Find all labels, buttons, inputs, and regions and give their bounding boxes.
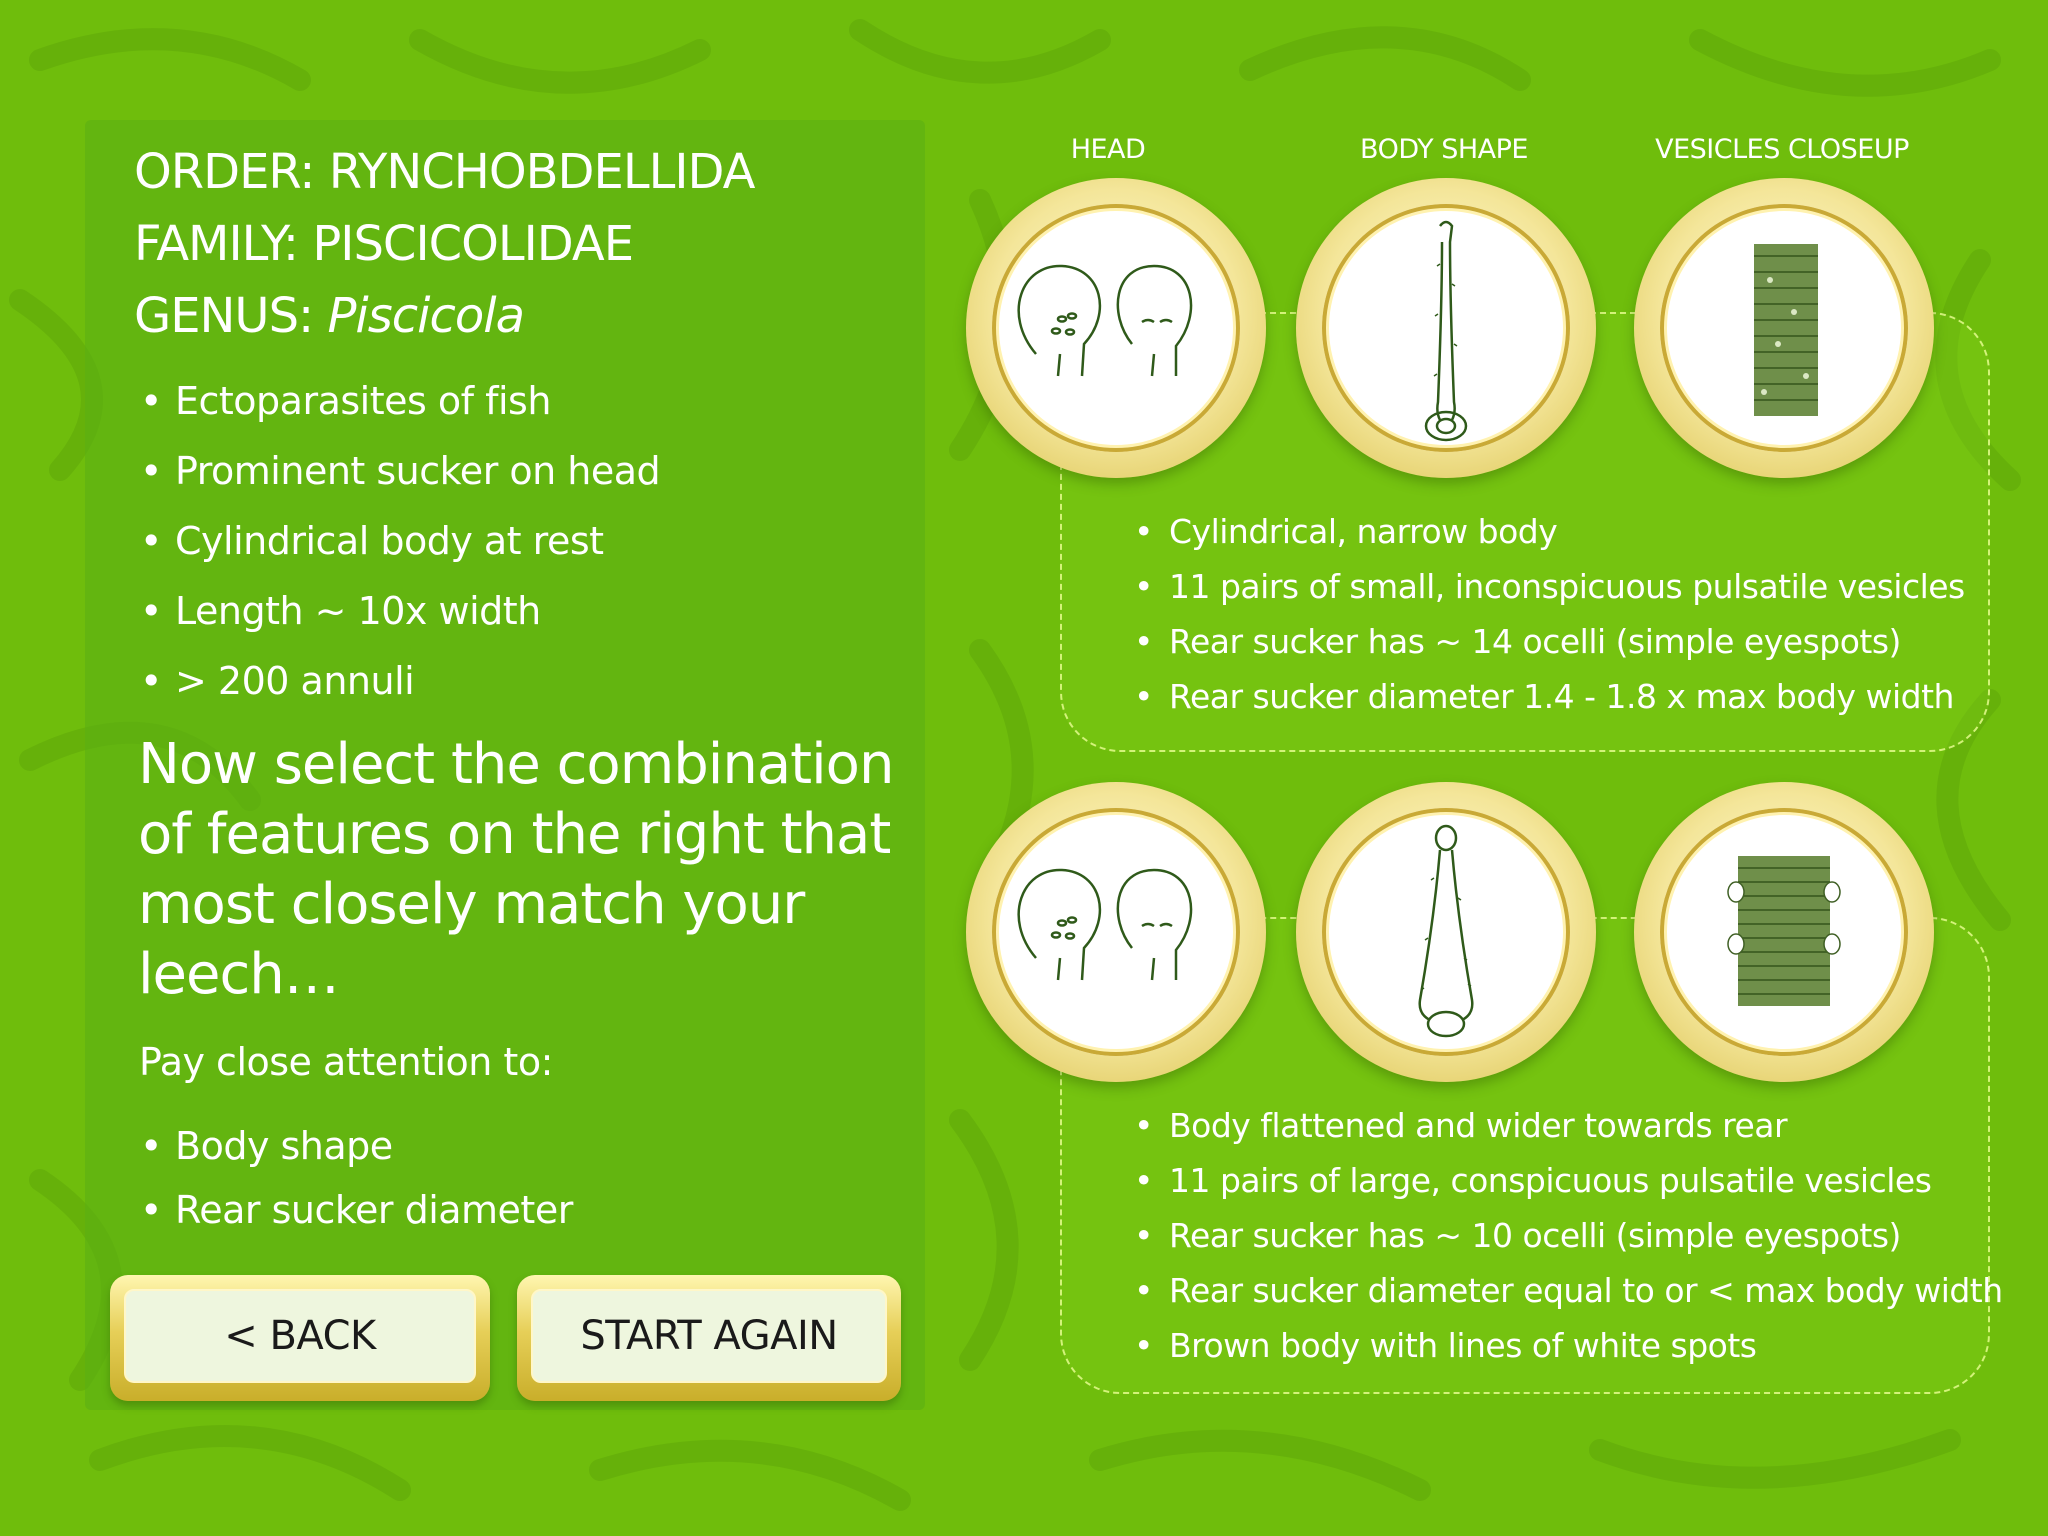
fact-item: Prominent sucker on head <box>134 436 661 506</box>
feature-item: Cylindrical, narrow body <box>1128 504 1965 559</box>
genus-heading: GENUS: Piscicola <box>134 280 754 352</box>
feature-item: Rear sucker diameter equal to or < max b… <box>1128 1263 2003 1318</box>
option-2-vesicles-circle[interactable] <box>1634 782 1934 1082</box>
option-2-head-circle[interactable] <box>966 782 1266 1082</box>
feature-item: 11 pairs of small, inconspicuous pulsati… <box>1128 559 1965 614</box>
fact-item: > 200 annuli <box>134 646 660 716</box>
option-1-vesicles-circle[interactable] <box>1634 178 1934 478</box>
column-label-body-shape: BODY SHAPE <box>1360 134 1528 165</box>
leech-body-icon <box>1424 220 1468 442</box>
leech-head-icon <box>1017 868 1193 981</box>
attention-item: Rear sucker diameter <box>134 1178 573 1242</box>
feature-item: Rear sucker has ~ 14 ocelli (simple eyes… <box>1128 614 1965 669</box>
order-heading: ORDER: RYNCHOBDELLIDA <box>134 144 755 200</box>
column-label-head: HEAD <box>1070 134 1146 165</box>
back-button[interactable]: < BACK <box>110 1275 490 1401</box>
fact-item: Ectoparasites of fish <box>134 366 660 436</box>
attention-list: Body shape Rear sucker diameter <box>134 1114 573 1242</box>
attention-item: Body shape <box>134 1114 573 1178</box>
leech-body-icon <box>1418 824 1474 1038</box>
fact-item: Cylindrical body at rest <box>134 506 660 576</box>
column-label-vesicles: VESICLES CLOSEUP <box>1655 134 1909 165</box>
start-again-button[interactable]: START AGAIN <box>517 1275 901 1401</box>
species-facts-list: Ectoparasites of fish Prominent sucker o… <box>134 366 661 716</box>
vesicles-closeup-icon <box>1754 244 1818 416</box>
option-2-body-shape-circle[interactable] <box>1296 782 1596 1082</box>
start-again-button-label: START AGAIN <box>531 1289 887 1383</box>
feature-item: Rear sucker has ~ 10 ocelli (simple eyes… <box>1128 1208 2003 1263</box>
option-1-feature-list: Cylindrical, narrow body 11 pairs of sma… <box>1128 504 1965 724</box>
vesicles-closeup-icon <box>1727 856 1841 1006</box>
option-2-feature-list: Body flattened and wider towards rear 11… <box>1128 1098 2003 1373</box>
genus-prefix: GENUS: <box>134 288 328 344</box>
feature-item: Rear sucker diameter 1.4 - 1.8 x max bod… <box>1128 669 1965 724</box>
option-1-body-shape-circle[interactable] <box>1296 178 1596 478</box>
attention-heading: Pay close attention to: <box>139 1040 553 1084</box>
taxonomy-block: ORDER: RYNCHOBDELLIDA FAMILY: PISCICOLID… <box>134 136 755 352</box>
feature-item: 11 pairs of large, conspicuous pulsatile… <box>1128 1153 2003 1208</box>
feature-item: Brown body with lines of white spots <box>1128 1318 2003 1373</box>
leech-head-icon <box>1017 264 1193 377</box>
selection-instruction: Now select the combination of features o… <box>138 732 894 1007</box>
genus-name: Piscicola <box>327 288 525 344</box>
feature-item: Body flattened and wider towards rear <box>1128 1098 2003 1153</box>
option-1-head-circle[interactable] <box>966 178 1266 478</box>
back-button-label: < BACK <box>124 1289 476 1383</box>
family-heading: FAMILY: PISCICOLIDAE <box>134 216 634 272</box>
fact-item: Length ~ 10x width <box>134 576 660 646</box>
